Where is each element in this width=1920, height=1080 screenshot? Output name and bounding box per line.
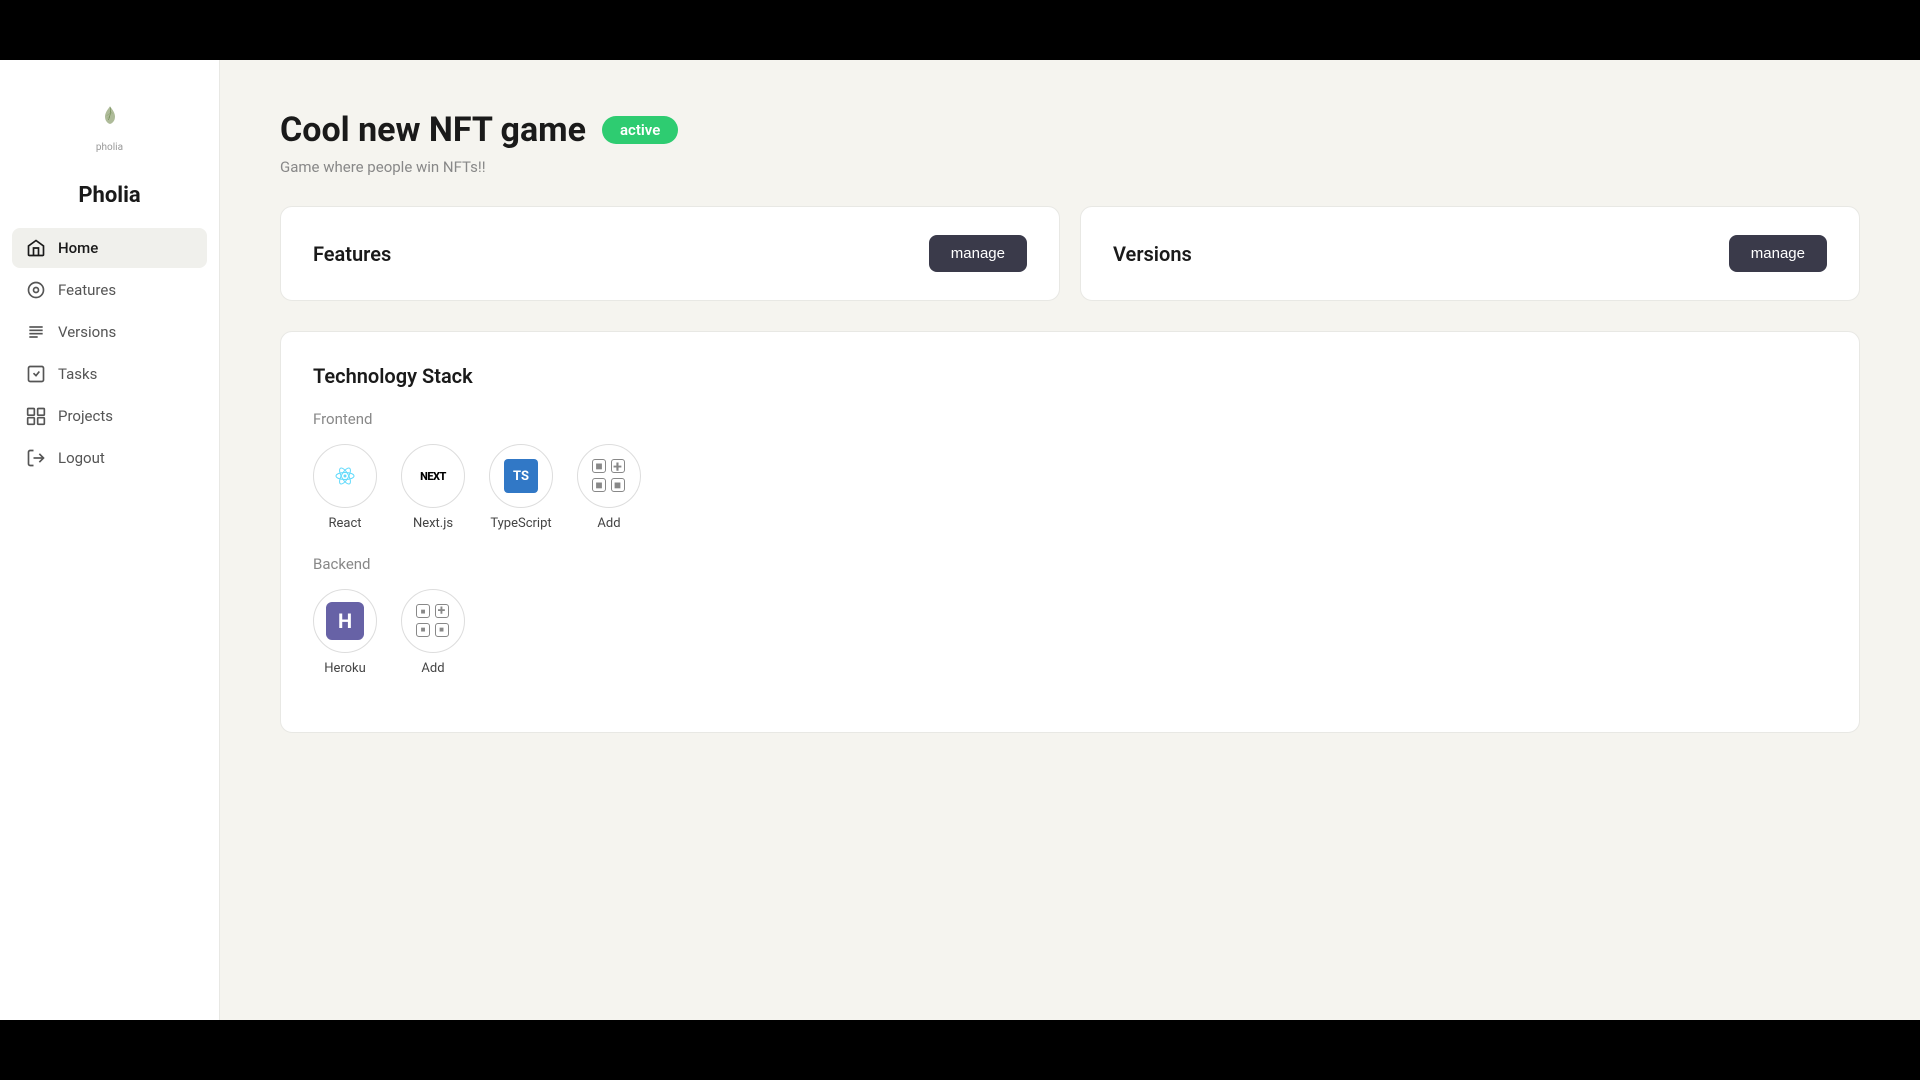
features-label: Features: [58, 281, 116, 299]
typescript-circle: TS: [489, 444, 553, 508]
heroku-tech-item[interactable]: H Heroku: [313, 589, 377, 676]
home-icon: [26, 238, 46, 258]
react-icon: [335, 460, 355, 493]
nextjs-circle: NEXT: [401, 444, 465, 508]
logout-label: Logout: [58, 449, 105, 467]
add-frontend-circle: ■ + ■ ■: [577, 444, 641, 508]
features-card-title: Features: [313, 242, 391, 266]
backend-label: Backend: [313, 555, 1827, 573]
backend-section: Backend H Heroku: [313, 555, 1827, 676]
add-backend-circle: ■ + ■ ■: [401, 589, 465, 653]
add-backend-label: Add: [421, 661, 444, 676]
typescript-icon: TS: [504, 459, 538, 493]
top-bar: [0, 0, 1920, 60]
frontend-grid: React NEXT Next.js TS: [313, 444, 1827, 531]
leaf-icon: [100, 105, 120, 125]
heroku-circle: H: [313, 589, 377, 653]
versions-label: Versions: [58, 323, 116, 341]
versions-card: Versions manage: [1080, 206, 1860, 301]
heroku-icon: H: [326, 602, 364, 640]
backend-grid: H Heroku ■ + ■ ■: [313, 589, 1827, 676]
sidebar-item-features[interactable]: Features: [12, 270, 207, 310]
react-tech-item[interactable]: React: [313, 444, 377, 531]
brand-name: Pholia: [0, 173, 219, 228]
logo-icon: [85, 90, 135, 140]
projects-label: Projects: [58, 407, 113, 425]
react-circle: [313, 444, 377, 508]
tasks-label: Tasks: [58, 365, 97, 383]
logout-icon: [26, 448, 46, 468]
sidebar-nav: Home Features: [0, 228, 219, 478]
projects-icon: [26, 406, 46, 426]
add-frontend-label: Add: [597, 516, 620, 531]
add-backend-icon: ■ + ■ ■: [416, 604, 450, 638]
bottom-bar: [0, 1020, 1920, 1080]
react-svg: [335, 466, 355, 486]
sidebar: pholia Pholia Home: [0, 60, 220, 1020]
react-label: React: [328, 516, 361, 531]
add-backend-tech-item[interactable]: ■ + ■ ■ Add: [401, 589, 465, 676]
features-manage-button[interactable]: manage: [929, 235, 1027, 272]
main-content: Cool new NFT game active Game where peop…: [220, 60, 1920, 1020]
versions-manage-button[interactable]: manage: [1729, 235, 1827, 272]
logo-area: pholia: [0, 80, 219, 173]
page-subtitle: Game where people win NFTs!!: [280, 158, 1860, 176]
typescript-tech-item[interactable]: TS TypeScript: [489, 444, 553, 531]
home-label: Home: [58, 239, 98, 257]
versions-icon: [26, 322, 46, 342]
sidebar-item-versions[interactable]: Versions: [12, 312, 207, 352]
page-title: Cool new NFT game: [280, 110, 586, 150]
nextjs-icon: NEXT: [420, 470, 446, 483]
nextjs-label: Next.js: [413, 516, 453, 531]
add-frontend-tech-item[interactable]: ■ + ■ ■ Add: [577, 444, 641, 531]
sidebar-item-home[interactable]: Home: [12, 228, 207, 268]
tech-stack-section: Technology Stack Frontend: [280, 331, 1860, 733]
sidebar-item-logout[interactable]: Logout: [12, 438, 207, 478]
frontend-label: Frontend: [313, 410, 1827, 428]
status-badge: active: [602, 116, 678, 144]
typescript-label: TypeScript: [490, 516, 551, 531]
features-card: Features manage: [280, 206, 1060, 301]
nextjs-tech-item[interactable]: NEXT Next.js: [401, 444, 465, 531]
sidebar-item-projects[interactable]: Projects: [12, 396, 207, 436]
cards-row: Features manage Versions manage: [280, 206, 1860, 301]
page-header: Cool new NFT game active: [280, 110, 1860, 150]
heroku-label: Heroku: [324, 661, 366, 676]
sidebar-item-tasks[interactable]: Tasks: [12, 354, 207, 394]
frontend-section: Frontend: [313, 410, 1827, 531]
versions-card-title: Versions: [1113, 242, 1192, 266]
tasks-icon: [26, 364, 46, 384]
features-icon: [26, 280, 46, 300]
logo-text: pholia: [96, 142, 123, 153]
add-frontend-icon: ■ + ■ ■: [592, 459, 626, 493]
tech-stack-title: Technology Stack: [313, 364, 1827, 388]
